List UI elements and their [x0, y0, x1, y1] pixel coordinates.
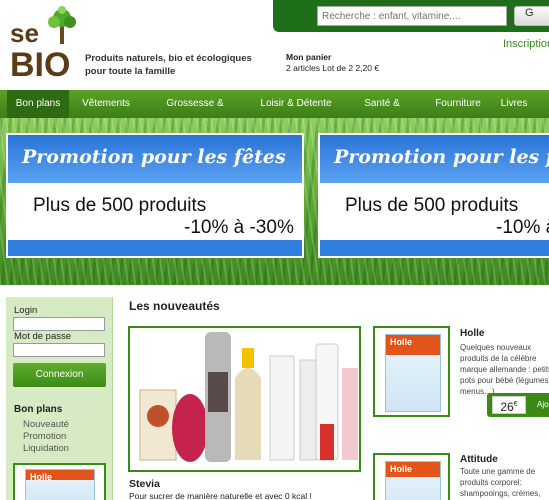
search-input[interactable]	[317, 6, 507, 26]
password-field[interactable]	[13, 343, 105, 357]
promo-footer	[320, 240, 549, 256]
search-button[interactable]: G	[514, 6, 549, 26]
nav-item-bon-plans[interactable]: Bon plans	[7, 90, 69, 118]
cart-summary: 2 articles Lot de 2 2,20 €	[286, 63, 380, 73]
product-name-holle[interactable]: Holle	[460, 328, 484, 339]
promo-line1: Plus de 500 produits	[33, 195, 207, 216]
product-image-holle[interactable]: Holle	[373, 326, 450, 417]
sidebar-link-liquidation[interactable]: Liquidation	[23, 443, 69, 454]
deals-heading: Bon plans	[14, 404, 63, 415]
nav-item-grossesse[interactable]: Grossesse & Naissance	[142, 90, 248, 137]
nav-item-fourniture[interactable]: Fourniture	[433, 90, 483, 118]
login-label: Login	[14, 305, 38, 316]
sebio-logo[interactable]: se BIO	[8, 6, 78, 84]
holle-box-image: Holle	[25, 469, 95, 500]
promo-banner-2[interactable]: Promotion pour les fêtes Plus de 500 pro…	[318, 133, 549, 258]
promo-banner-1[interactable]: Promotion pour les fêtes Plus de 500 pro…	[6, 133, 304, 258]
holle-box-image: Holle	[385, 334, 441, 412]
svg-text:BIO: BIO	[10, 46, 70, 80]
product-price: 26€	[492, 396, 526, 414]
promo-line1: Plus de 500 produits	[345, 195, 519, 216]
nav-item-livres[interactable]: Livres	[497, 90, 531, 118]
tree-icon	[48, 6, 76, 44]
promo-line2: -10% à	[496, 217, 549, 238]
promo-footer	[8, 240, 302, 256]
main-nav: Bon plans Vêtements Grossesse & Naissanc…	[0, 90, 549, 137]
product-bottles-image	[139, 332, 358, 462]
product-description-holle: Quelques nouveaux produits de la célèbre…	[460, 343, 549, 396]
sidebar-link-nouveaute[interactable]: Nouveauté	[23, 419, 69, 430]
nav-item-sante[interactable]: Santé & Hygiène	[346, 90, 418, 137]
featured-product-description: Pour sucrer de manière naturelle et avec…	[129, 491, 312, 500]
signup-link[interactable]: Inscription	[503, 38, 549, 50]
promo-title: Promotion pour les fêtes	[22, 146, 286, 168]
product-name-attitude[interactable]: Attitude	[460, 454, 498, 465]
promo-line2: -10% à -30%	[184, 217, 294, 238]
nav-item-loisir[interactable]: Loisir & Détente	[258, 90, 334, 118]
product-description-attitude: Toute une gamme de produits corporel: sh…	[460, 467, 541, 498]
featured-product-name[interactable]: Stevia	[129, 478, 160, 490]
featured-product-image[interactable]	[128, 326, 361, 472]
product-image-attitude[interactable]: Holle	[373, 453, 450, 500]
password-label: Mot de passe	[14, 331, 72, 342]
brand-tagline: Produits naturels, bio et écologiques po…	[85, 53, 252, 77]
connect-button[interactable]: Connexion	[13, 363, 106, 387]
nav-item-vetements[interactable]: Vêtements	[76, 90, 136, 118]
cart-title[interactable]: Mon panier	[286, 52, 331, 62]
sidebar-product-thumbnail[interactable]: Holle	[13, 463, 106, 500]
sidebar-link-promotion[interactable]: Promotion	[23, 431, 66, 442]
section-title: Les nouveautés	[129, 299, 220, 313]
product-box-image: Holle	[385, 461, 441, 500]
login-field[interactable]	[13, 317, 105, 331]
add-to-cart-label[interactable]: Ajo	[537, 400, 549, 409]
svg-text:se: se	[10, 18, 39, 48]
promo-title: Promotion pour les fêtes	[334, 146, 549, 168]
